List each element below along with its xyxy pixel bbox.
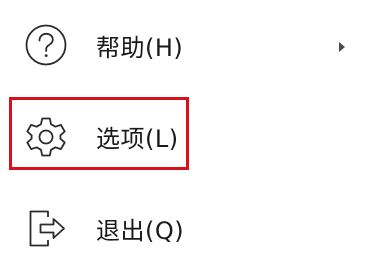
exit-icon — [22, 204, 70, 252]
menu-item-help[interactable]: 帮助(H) — [0, 5, 374, 85]
menu-item-options-label: 选项(L) — [96, 125, 179, 153]
help-circle-icon — [22, 21, 70, 69]
context-menu: 帮助(H) 选项(L) 退出(Q) — [0, 0, 374, 276]
menu-item-options[interactable]: 选项(L) — [0, 96, 374, 176]
menu-item-exit-label: 退出(Q) — [96, 217, 185, 245]
gear-icon — [22, 113, 70, 161]
menu-item-help-label: 帮助(H) — [96, 34, 184, 62]
menu-item-exit[interactable]: 退出(Q) — [0, 192, 374, 272]
submenu-arrow-icon — [339, 42, 345, 52]
